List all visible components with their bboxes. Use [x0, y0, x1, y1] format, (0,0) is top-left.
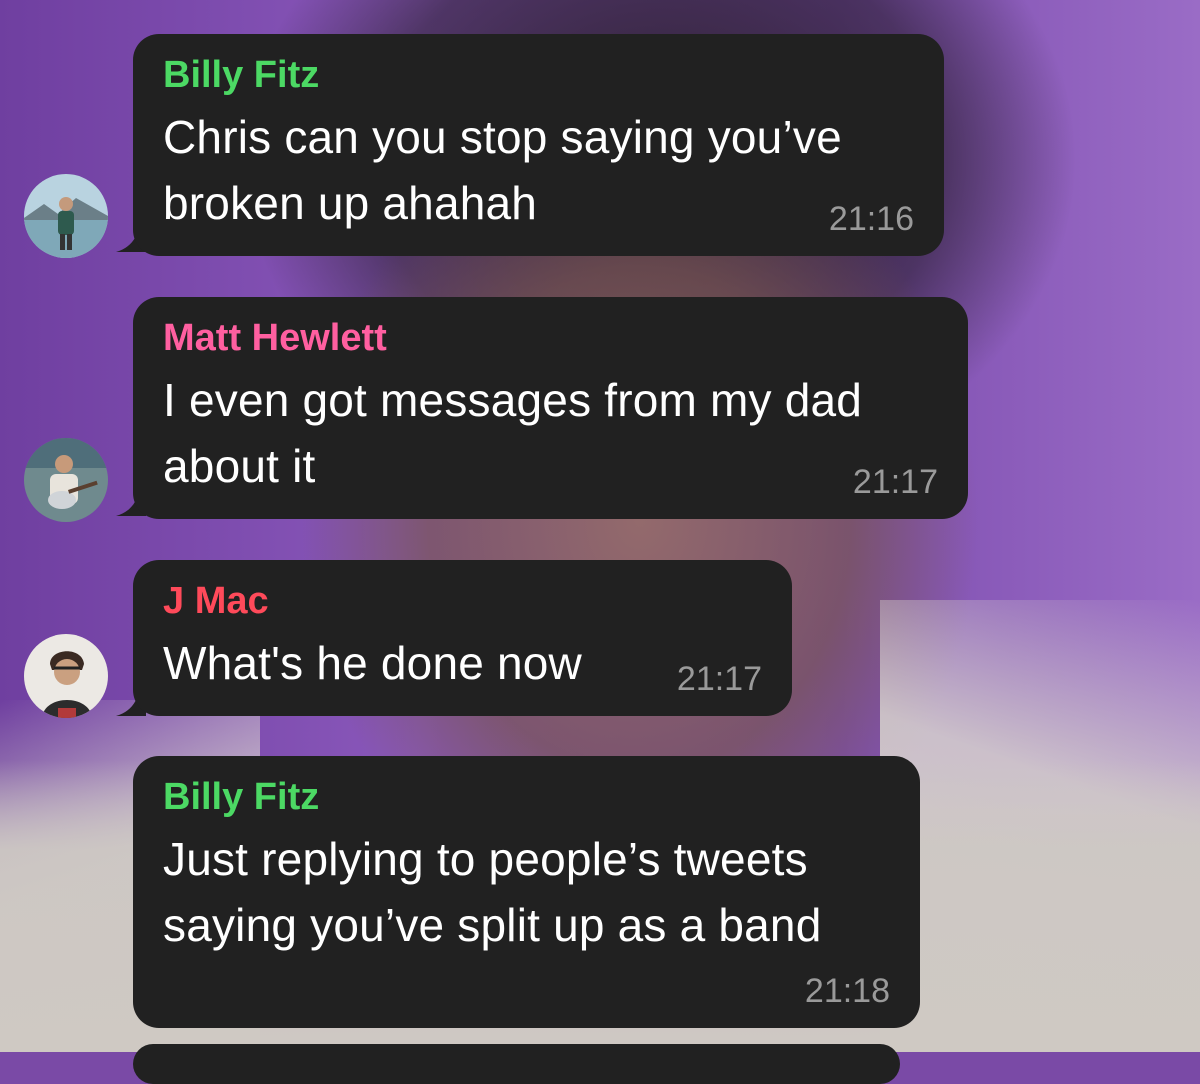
message-bubble[interactable]: Billy Fitz Just replying to people’s twe…: [133, 756, 920, 1028]
message-text-line: What's he done now: [163, 637, 582, 689]
message-text-line: Just replying to people’s tweets: [163, 833, 808, 885]
message-bubble[interactable]: Matt Hewlett I even got messages from my…: [133, 297, 968, 519]
person-with-guitar-avatar-icon: [24, 438, 108, 522]
sender-name[interactable]: J Mac: [163, 578, 762, 624]
person-outdoors-lake-avatar-icon: [24, 174, 108, 258]
message-timestamp: 21:17: [676, 660, 762, 698]
message-text-line: Chris can you stop saying you’ve: [163, 111, 842, 163]
message-bubble[interactable]: J Mac What's he done now 21:17: [133, 560, 792, 716]
sender-name[interactable]: Matt Hewlett: [163, 315, 938, 361]
avatar-billy-fitz[interactable]: [24, 174, 108, 258]
message-timestamp: 21:18: [804, 972, 890, 1010]
message-bubble-partial[interactable]: [133, 1044, 900, 1084]
avatar-matt-hewlett[interactable]: [24, 438, 108, 522]
avatar-j-mac[interactable]: [24, 634, 108, 718]
message-bubble[interactable]: Billy Fitz Chris can you stop saying you…: [133, 34, 944, 256]
message-text-line: I even got messages from my dad: [163, 374, 863, 426]
person-portrait-avatar-icon: [24, 634, 108, 718]
message-timestamp: 21:16: [828, 200, 914, 238]
sender-name[interactable]: Billy Fitz: [163, 774, 890, 820]
message-text-line: broken up ahahah: [163, 177, 538, 229]
message-timestamp: 21:17: [852, 463, 938, 501]
sender-name[interactable]: Billy Fitz: [163, 52, 914, 98]
message-text-line: about it: [163, 440, 316, 492]
message-text-line: saying you’ve split up as a band: [163, 899, 822, 951]
